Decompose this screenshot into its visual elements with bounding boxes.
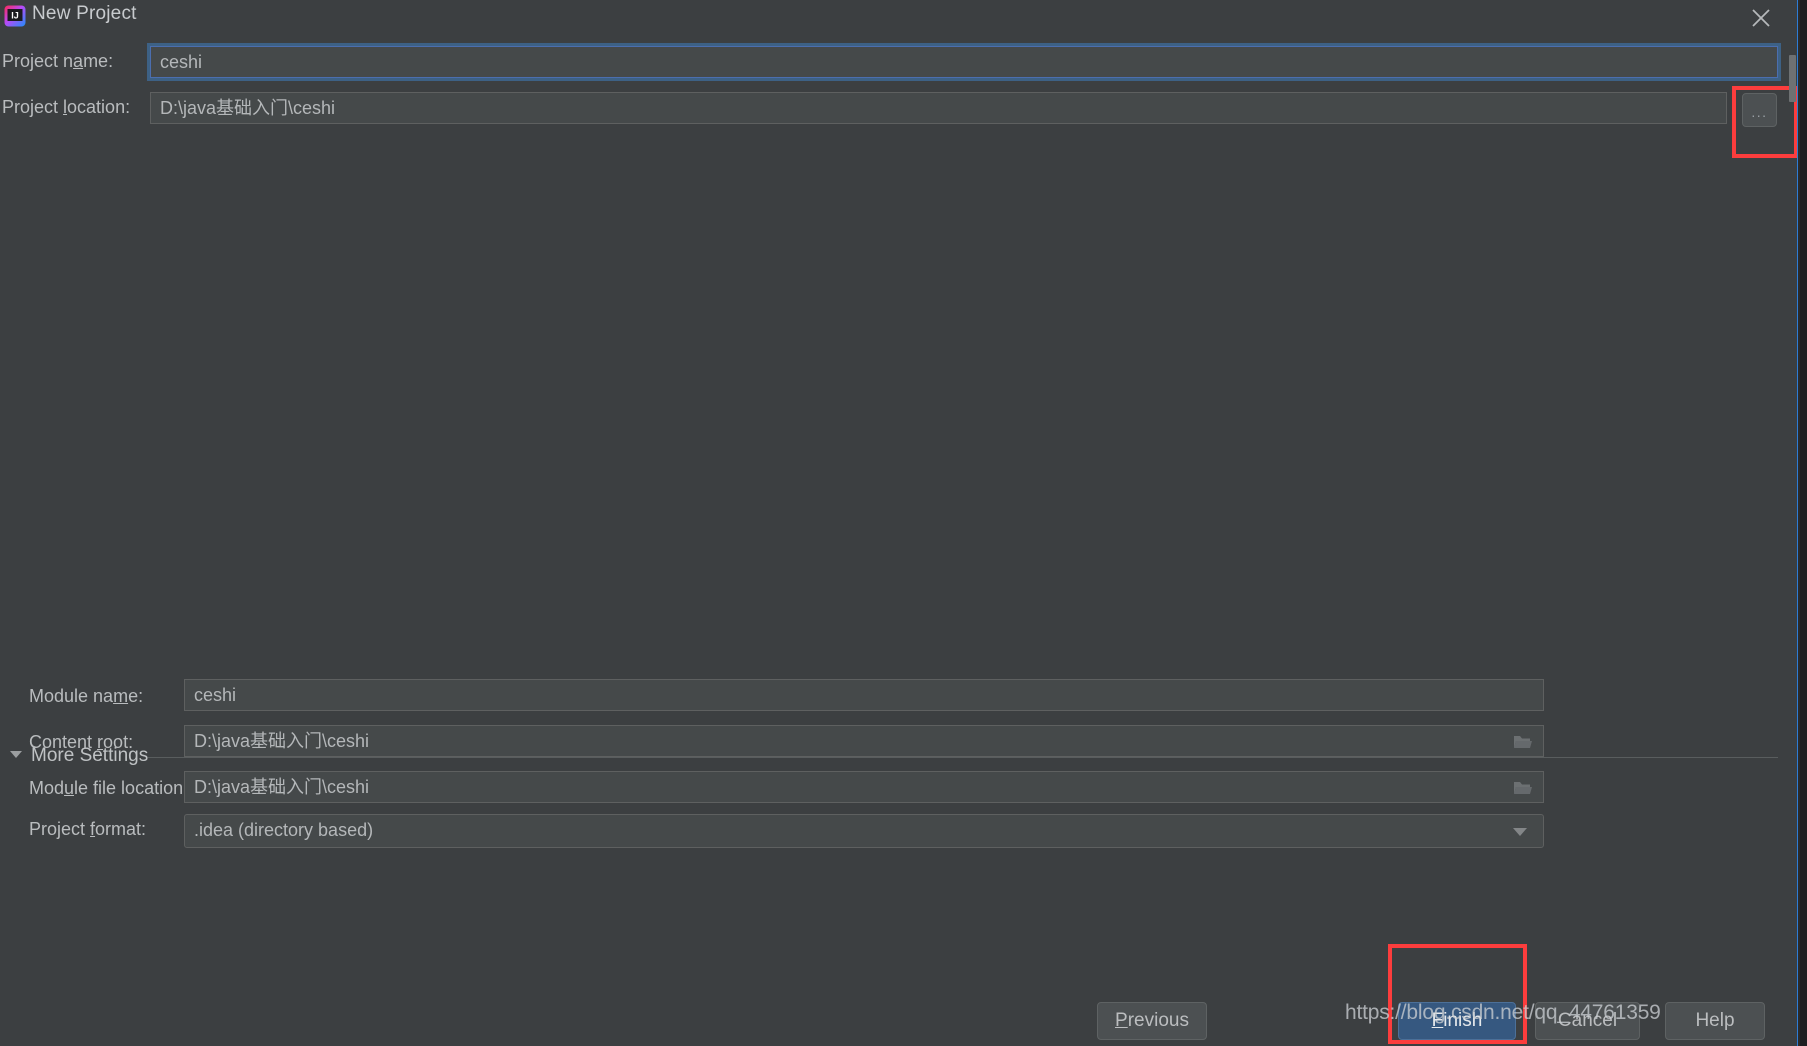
ellipsis-icon: ...: [1751, 104, 1768, 120]
module-name-label-post: e:: [128, 686, 144, 706]
project-location-label-post: ocation:: [67, 97, 131, 117]
project-name-label: Project name:: [2, 50, 113, 72]
content-root-label: Content root:: [29, 731, 133, 753]
project-name-label-mnemonic: a: [73, 51, 84, 71]
content-root-input[interactable]: D:\java基础入门\ceshi: [184, 725, 1544, 757]
close-icon[interactable]: [1738, 0, 1784, 32]
triangle-down-icon[interactable]: [8, 747, 30, 767]
cancel-button-label: Cancel: [1557, 1010, 1618, 1031]
new-project-dialog: IJ New Project Project name: ceshi Proje…: [0, 0, 1798, 1046]
previous-button-label: revious: [1127, 1010, 1189, 1031]
content-root-label-post: oot:: [103, 732, 134, 752]
help-button[interactable]: Help: [1665, 1002, 1765, 1040]
browse-location-button[interactable]: ...: [1742, 93, 1777, 127]
module-name-label-pre: Module na: [29, 686, 114, 706]
intellij-idea-icon: IJ: [4, 5, 26, 27]
finish-button-label: inish: [1443, 1010, 1483, 1031]
project-name-input[interactable]: ceshi: [147, 43, 1781, 81]
more-settings-separator: [148, 757, 1778, 758]
module-file-location-label: Module file location:: [29, 777, 188, 799]
module-file-location-label-pre: Mod: [29, 778, 65, 798]
previous-button[interactable]: Previous: [1097, 1002, 1207, 1040]
dialog-title: New Project: [32, 3, 137, 24]
finish-button-mnemonic: F: [1431, 1010, 1444, 1031]
module-name-label: Module name:: [29, 685, 143, 707]
desktop-background-strip: [1800, 0, 1807, 1046]
svg-text:IJ: IJ: [11, 11, 19, 21]
content-root-label-pre: Content: [29, 732, 98, 752]
finish-button[interactable]: Finish: [1398, 1002, 1516, 1040]
cancel-button[interactable]: Cancel: [1535, 1002, 1640, 1040]
module-name-input[interactable]: ceshi: [184, 679, 1544, 711]
project-format-label-post: ormat:: [95, 819, 147, 839]
project-format-label: Project format:: [29, 818, 146, 840]
project-location-input[interactable]: D:\java基础入门\ceshi: [150, 92, 1727, 124]
dialog-right-accent: [1797, 0, 1798, 1046]
module-file-location-label-mnemonic: u: [64, 778, 75, 798]
dialog-title-bar: IJ New Project: [0, 0, 1798, 31]
module-name-label-mnemonic: m: [113, 686, 129, 706]
project-location-label-pre: Project: [2, 97, 64, 117]
previous-button-mnemonic: P: [1115, 1010, 1128, 1031]
module-file-location-input[interactable]: D:\java基础入门\ceshi: [184, 771, 1544, 803]
module-file-location-label-post: le file location:: [74, 778, 189, 798]
project-format-label-pre: Project: [29, 819, 91, 839]
project-name-label-pre: Project n: [2, 51, 74, 71]
project-name-label-post: me:: [83, 51, 114, 71]
edge-scrollbar-thumb[interactable]: [1789, 55, 1796, 102]
project-format-select[interactable]: .idea (directory based): [184, 814, 1544, 848]
help-button-label: Help: [1695, 1010, 1735, 1031]
project-location-label: Project location:: [2, 96, 130, 118]
